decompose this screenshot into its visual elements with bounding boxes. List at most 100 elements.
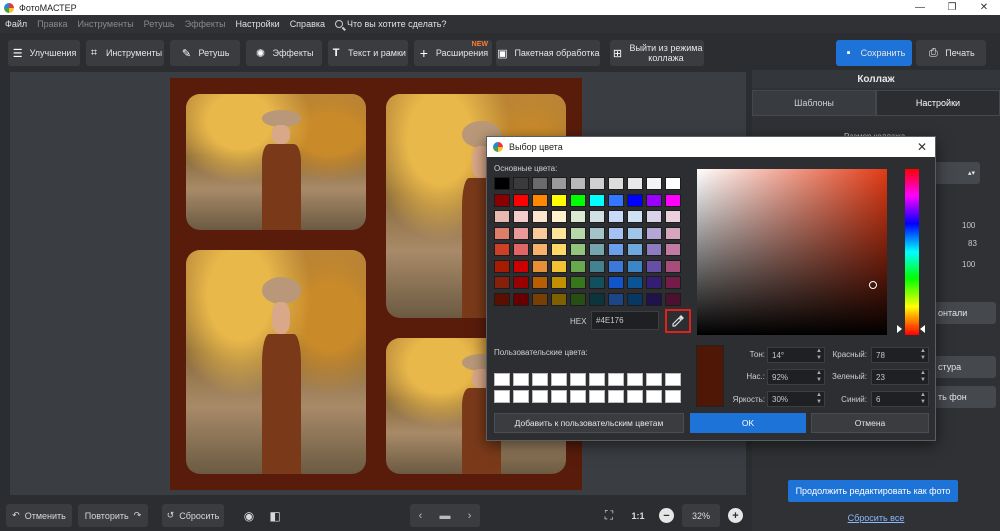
bright-input[interactable]: 30% ▲ ▼ bbox=[767, 391, 825, 407]
custom-color-swatch[interactable] bbox=[513, 373, 529, 386]
color-swatch[interactable] bbox=[608, 276, 624, 289]
color-swatch[interactable] bbox=[494, 243, 510, 256]
extensions-button[interactable]: + Расширения NEW bbox=[414, 40, 492, 66]
color-swatch[interactable] bbox=[570, 210, 586, 223]
menu-settings[interactable]: Настройки bbox=[236, 19, 280, 29]
color-swatch[interactable] bbox=[608, 193, 624, 207]
next-arrow-icon[interactable]: › bbox=[468, 510, 472, 522]
spin-arrows-icon[interactable]: ▲ ▼ bbox=[816, 392, 822, 406]
color-swatch[interactable] bbox=[532, 292, 548, 306]
custom-color-swatch[interactable] bbox=[627, 390, 643, 403]
color-swatch[interactable] bbox=[646, 193, 662, 207]
hue-arrow-left-icon[interactable] bbox=[897, 325, 902, 333]
preview-toggle[interactable]: ◉ bbox=[238, 504, 260, 527]
text-frames-button[interactable]: T Текст и рамки bbox=[328, 40, 408, 66]
menu-retouch[interactable]: Ретушь bbox=[144, 19, 175, 29]
color-swatch[interactable] bbox=[494, 210, 510, 223]
color-swatch[interactable] bbox=[551, 292, 567, 306]
color-swatch[interactable] bbox=[627, 259, 643, 273]
color-swatch[interactable] bbox=[589, 292, 605, 306]
custom-color-swatch[interactable] bbox=[608, 390, 624, 403]
color-swatch[interactable] bbox=[551, 243, 567, 256]
color-swatch[interactable] bbox=[513, 177, 529, 190]
color-swatch[interactable] bbox=[513, 259, 529, 273]
custom-color-swatch[interactable] bbox=[494, 390, 510, 403]
eyedropper-button[interactable] bbox=[665, 309, 691, 333]
color-swatch[interactable] bbox=[665, 292, 681, 306]
color-swatch[interactable] bbox=[570, 292, 586, 306]
batch-processing-button[interactable]: ▣ Пакетная обработка bbox=[496, 40, 600, 66]
zoom-in-icon[interactable]: + bbox=[728, 508, 743, 523]
hue-input[interactable]: 14° ▲ ▼ bbox=[767, 347, 825, 363]
color-swatch[interactable] bbox=[570, 193, 586, 207]
color-swatch[interactable] bbox=[532, 276, 548, 289]
custom-color-swatch[interactable] bbox=[532, 390, 548, 403]
tab-settings[interactable]: Настройки bbox=[876, 90, 1000, 116]
color-swatch[interactable] bbox=[494, 259, 510, 273]
custom-color-swatch[interactable] bbox=[646, 373, 662, 386]
custom-color-swatch[interactable] bbox=[589, 390, 605, 403]
color-swatch[interactable] bbox=[589, 177, 605, 190]
color-swatch[interactable] bbox=[608, 292, 624, 306]
color-swatch[interactable] bbox=[627, 193, 643, 207]
color-swatch[interactable] bbox=[494, 193, 510, 207]
collage-photo-3[interactable] bbox=[186, 250, 366, 474]
color-swatch[interactable] bbox=[589, 193, 605, 207]
color-swatch[interactable] bbox=[513, 226, 529, 240]
effects-button[interactable]: ✺ Эффекты bbox=[246, 40, 322, 66]
color-swatch[interactable] bbox=[551, 193, 567, 207]
close-window-button[interactable]: ✕ bbox=[968, 0, 1000, 15]
color-swatch[interactable] bbox=[646, 259, 662, 273]
custom-color-swatch[interactable] bbox=[551, 373, 567, 386]
color-swatch[interactable] bbox=[665, 276, 681, 289]
color-swatch[interactable] bbox=[513, 243, 529, 256]
color-swatch[interactable] bbox=[513, 276, 529, 289]
compare-toggle[interactable]: ◧ bbox=[264, 504, 286, 527]
color-swatch[interactable] bbox=[494, 177, 510, 190]
color-swatch[interactable] bbox=[570, 177, 586, 190]
color-swatch[interactable] bbox=[513, 292, 529, 306]
custom-color-swatch[interactable] bbox=[532, 373, 548, 386]
minimize-button[interactable]: — bbox=[904, 0, 936, 15]
reset-all-link[interactable]: Сбросить все bbox=[752, 513, 1000, 523]
menu-edit[interactable]: Правка bbox=[37, 19, 67, 29]
custom-color-swatch[interactable] bbox=[646, 390, 662, 403]
color-swatch[interactable] bbox=[608, 243, 624, 256]
color-swatch[interactable] bbox=[513, 210, 529, 223]
color-swatch[interactable] bbox=[589, 226, 605, 240]
color-swatch[interactable] bbox=[532, 226, 548, 240]
spin-arrows-icon[interactable]: ▲ ▼ bbox=[920, 392, 926, 406]
size-select[interactable]: ▴▾ bbox=[932, 162, 980, 184]
menu-file[interactable]: Файл bbox=[5, 19, 27, 29]
spin-arrows-icon[interactable]: ▲ ▼ bbox=[920, 348, 926, 362]
custom-color-swatch[interactable] bbox=[570, 373, 586, 386]
color-swatch[interactable] bbox=[570, 243, 586, 256]
maximize-button[interactable]: ❐ bbox=[936, 0, 968, 15]
color-swatch[interactable] bbox=[551, 226, 567, 240]
color-swatch[interactable] bbox=[627, 210, 643, 223]
sat-input[interactable]: 92% ▲ ▼ bbox=[767, 369, 825, 385]
close-icon[interactable]: ✕ bbox=[917, 140, 927, 154]
color-swatch[interactable] bbox=[665, 259, 681, 273]
color-swatch[interactable] bbox=[646, 210, 662, 223]
custom-color-swatch[interactable] bbox=[513, 390, 529, 403]
prev-arrow-icon[interactable]: ‹ bbox=[419, 510, 423, 522]
exit-collage-button[interactable]: ⊞ Выйти из режима коллажа bbox=[610, 40, 704, 66]
menu-tools[interactable]: Инструменты bbox=[78, 19, 134, 29]
color-swatch[interactable] bbox=[608, 210, 624, 223]
save-button[interactable]: ▪ Сохранить bbox=[836, 40, 912, 66]
spin-arrows-icon[interactable]: ▲ ▼ bbox=[816, 370, 822, 384]
undo-button[interactable]: ↶ Отменить bbox=[6, 504, 72, 527]
texture-button[interactable]: стура bbox=[932, 356, 996, 378]
custom-color-swatch[interactable] bbox=[494, 373, 510, 386]
color-cursor[interactable] bbox=[869, 281, 877, 289]
color-swatch[interactable] bbox=[570, 259, 586, 273]
color-swatch[interactable] bbox=[646, 276, 662, 289]
color-swatch[interactable] bbox=[627, 243, 643, 256]
zoom-1to1-button[interactable]: 1:1 bbox=[626, 504, 650, 527]
color-swatch[interactable] bbox=[570, 226, 586, 240]
color-swatch[interactable] bbox=[532, 177, 548, 190]
spin-arrows-icon[interactable]: ▲ ▼ bbox=[920, 370, 926, 384]
tab-templates[interactable]: Шаблоны bbox=[752, 90, 876, 116]
color-swatch[interactable] bbox=[551, 210, 567, 223]
